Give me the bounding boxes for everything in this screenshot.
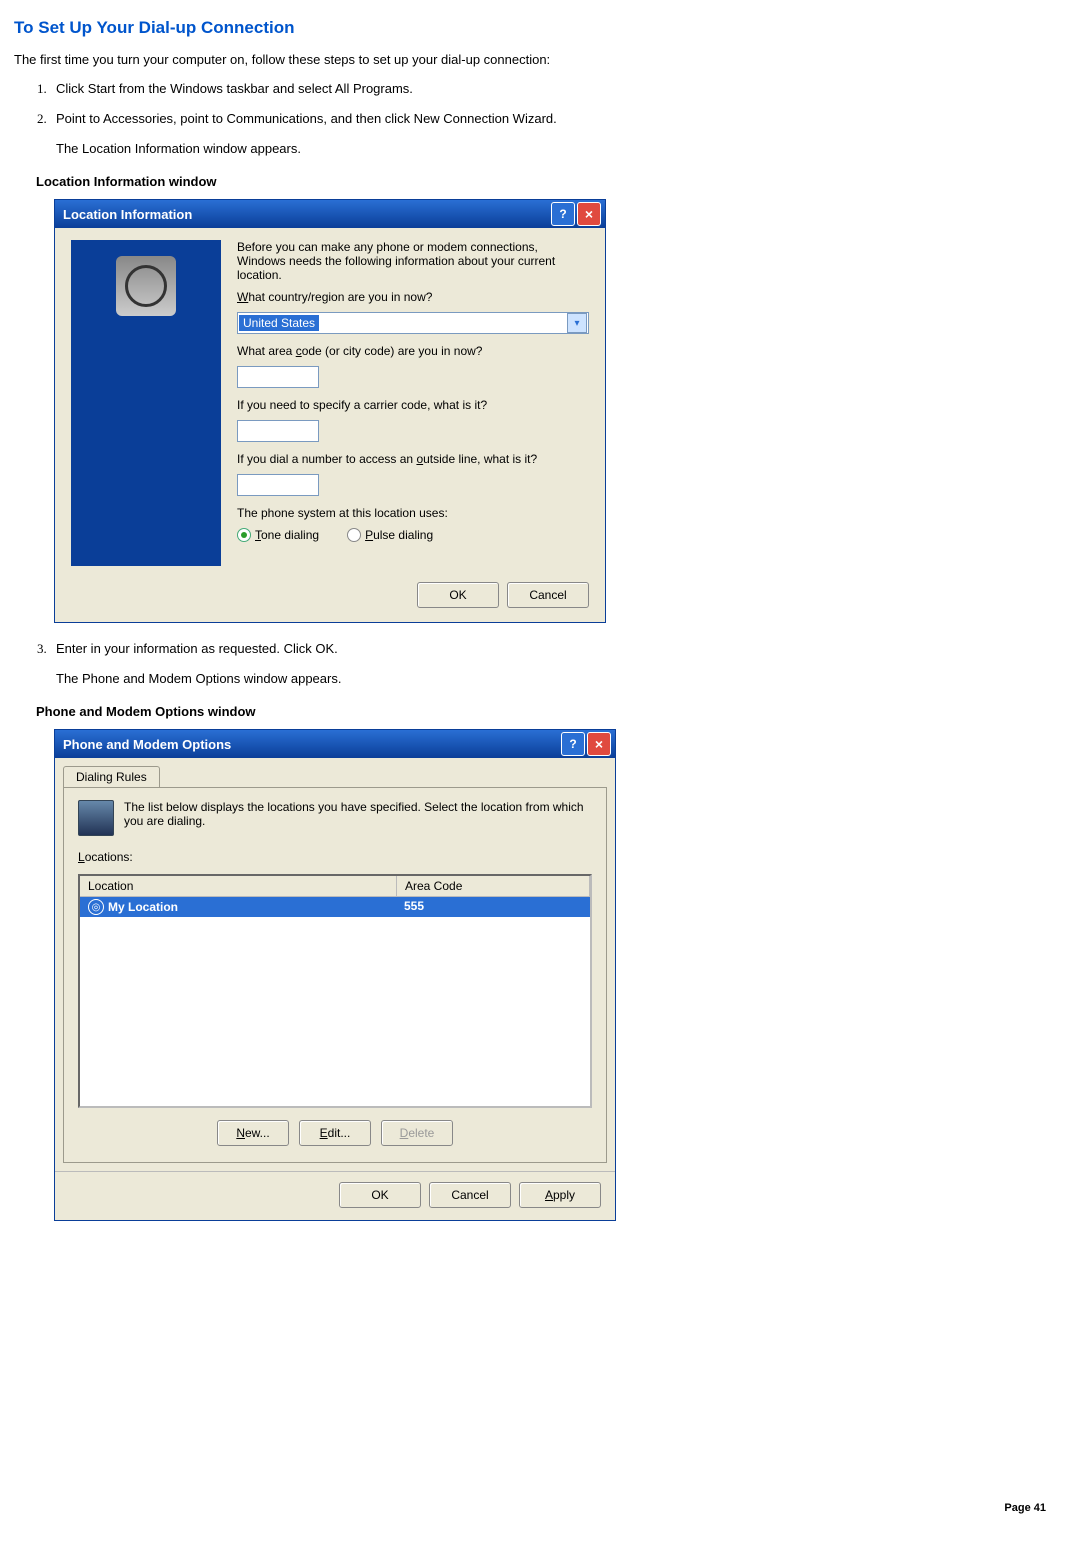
carrier-label: If you need to specify a carrier code, w…: [237, 398, 589, 412]
page-number: Page 41: [1004, 1502, 1046, 1514]
outside-input[interactable]: [237, 474, 319, 496]
dialog-description: The list below displays the locations yo…: [124, 800, 592, 828]
cancel-button[interactable]: Cancel: [429, 1182, 511, 1208]
location-information-window: Location Information ? × Before you can …: [54, 199, 606, 623]
step-2: Point to Accessories, point to Communica…: [50, 111, 1066, 156]
step-2-note: The Location Information window appears.: [56, 141, 1066, 156]
intro-text: The first time you turn your computer on…: [14, 52, 1066, 67]
ok-button[interactable]: OK: [339, 1182, 421, 1208]
phone-icon: [116, 256, 176, 316]
new-button[interactable]: New...: [217, 1120, 289, 1146]
titlebar: Phone and Modem Options ? ×: [55, 730, 615, 758]
areacode-label: What area code (or city code) are you in…: [237, 344, 589, 358]
locations-label: Locations:: [78, 850, 592, 864]
edit-button[interactable]: Edit...: [299, 1120, 371, 1146]
row-areacode: 555: [404, 899, 424, 913]
table-row[interactable]: ◎ My Location 555: [80, 897, 590, 917]
figure-2-caption: Phone and Modem Options window: [36, 704, 1066, 719]
phone-modem-window: Phone and Modem Options ? × Dialing Rule…: [54, 729, 616, 1221]
help-icon[interactable]: ?: [551, 202, 575, 226]
dialog-description: Before you can make any phone or modem c…: [237, 240, 589, 282]
window-title: Location Information: [63, 207, 192, 222]
titlebar: Location Information ? ×: [55, 200, 605, 228]
close-icon[interactable]: ×: [577, 202, 601, 226]
country-label: What country/region are you in now?: [237, 290, 589, 304]
modem-icon: [78, 800, 114, 836]
ok-button[interactable]: OK: [417, 582, 499, 608]
step-3-note: The Phone and Modem Options window appea…: [56, 671, 1066, 686]
row-location: My Location: [108, 900, 178, 914]
pulse-radio[interactable]: Pulse dialing: [347, 528, 433, 542]
step-1-text: Click Start from the Windows taskbar and…: [56, 81, 413, 96]
country-value: United States: [239, 315, 319, 331]
step-2-text: Point to Accessories, point to Communica…: [56, 111, 557, 126]
figure-1-caption: Location Information window: [36, 174, 1066, 189]
sidebar-graphic: [71, 240, 221, 566]
cancel-button[interactable]: Cancel: [507, 582, 589, 608]
col-location[interactable]: Location: [80, 876, 397, 896]
step-1: Click Start from the Windows taskbar and…: [50, 81, 1066, 97]
chevron-down-icon[interactable]: ▾: [567, 313, 587, 333]
close-icon[interactable]: ×: [587, 732, 611, 756]
step-3-text: Enter in your information as requested. …: [56, 641, 338, 656]
col-areacode[interactable]: Area Code: [397, 876, 590, 896]
country-select[interactable]: United States ▾: [237, 312, 589, 334]
apply-button[interactable]: Apply: [519, 1182, 601, 1208]
location-icon: ◎: [88, 899, 104, 915]
page-title: To Set Up Your Dial-up Connection: [14, 18, 1066, 38]
carrier-input[interactable]: [237, 420, 319, 442]
phonesystem-label: The phone system at this location uses:: [237, 506, 589, 520]
step-3: Enter in your information as requested. …: [50, 641, 1066, 686]
areacode-input[interactable]: [237, 366, 319, 388]
tab-dialing-rules[interactable]: Dialing Rules: [63, 766, 160, 787]
tone-radio[interactable]: Tone dialing: [237, 528, 319, 542]
window-title: Phone and Modem Options: [63, 737, 231, 752]
outside-label: If you dial a number to access an outsid…: [237, 452, 589, 466]
delete-button: Delete: [381, 1120, 453, 1146]
locations-table[interactable]: Location Area Code ◎ My Location 555: [78, 874, 592, 1108]
help-icon[interactable]: ?: [561, 732, 585, 756]
